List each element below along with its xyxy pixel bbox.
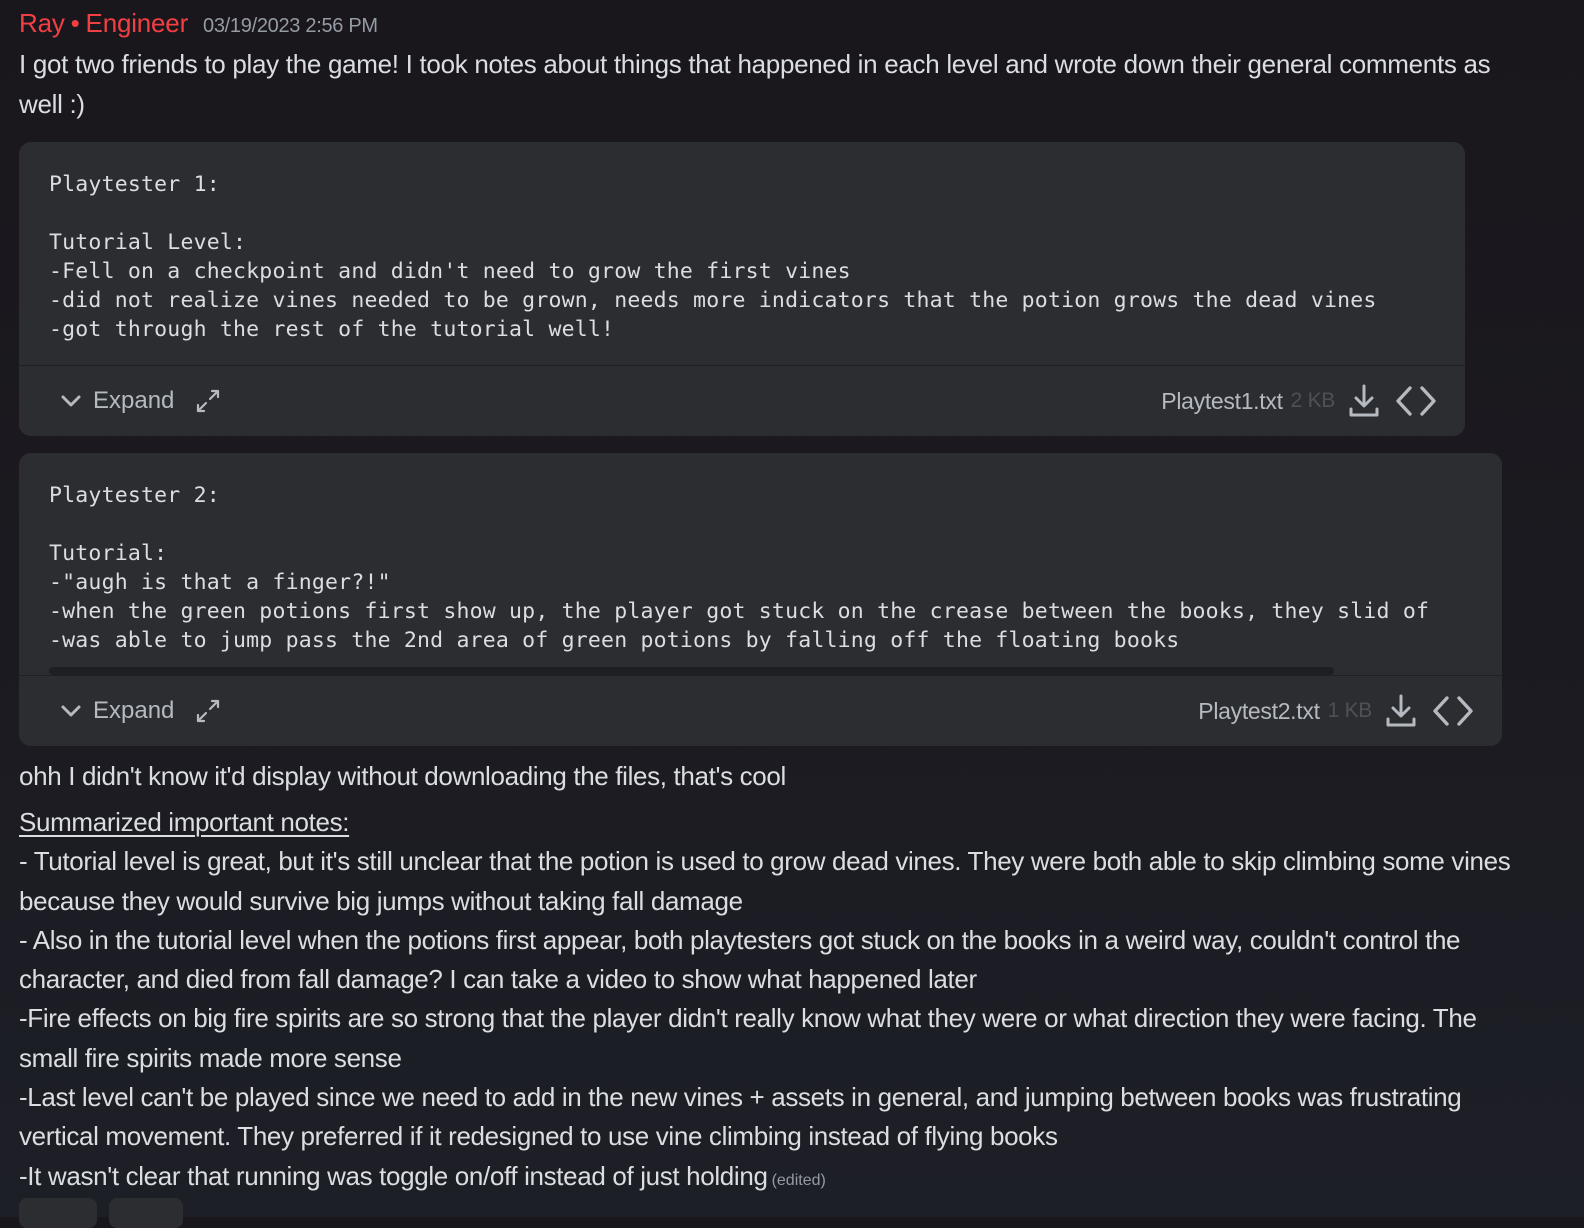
attachment-footer: Expand Playtest2.txt 1 KB	[19, 675, 1502, 746]
message-intro-text: I got two friends to play the game! I to…	[19, 49, 1491, 119]
summary-item: - Also in the tutorial level when the po…	[19, 924, 1461, 995]
code-line: -did not realize vines needed to be grow…	[49, 288, 1377, 313]
code-line: -Fell on a checkpoint and didn't need to…	[49, 259, 851, 284]
maximize-arrows-icon	[197, 389, 220, 413]
view-source-button[interactable]	[1432, 694, 1474, 728]
expand-button[interactable]: Expand	[59, 387, 174, 415]
summary-item: -Last level can't be played since we nee…	[19, 1082, 1462, 1152]
code-line: -"augh is that a finger?!"	[49, 570, 391, 595]
reaction-pill[interactable]	[109, 1198, 183, 1228]
expand-label: Expand	[93, 387, 175, 414]
chevron-down-icon	[61, 395, 81, 407]
code-line: Playtester 2:	[49, 483, 220, 508]
file-name[interactable]: Playtest1.txt	[1161, 388, 1283, 415]
file-size: 2 KB	[1290, 389, 1336, 412]
summary-notes: Summarized important notes: - Tutorial l…	[19, 803, 1539, 1200]
reaction-pill[interactable]	[19, 1198, 97, 1228]
text-file-attachment: Playtester 1: Tutorial Level: -Fell on a …	[19, 142, 1465, 436]
code-brackets-icon	[1433, 696, 1473, 726]
author-separator: •	[70, 8, 80, 38]
download-button[interactable]	[1347, 383, 1381, 419]
summary-item-last: -It wasn't clear that running was toggle…	[19, 1157, 1539, 1200]
code-line: -was able to jump pass the 2nd area of g…	[49, 628, 1180, 653]
author-username[interactable]: Ray	[19, 8, 65, 38]
edited-indicator[interactable]: (edited)	[772, 1172, 826, 1189]
view-source-button[interactable]	[1395, 384, 1437, 418]
code-line: Tutorial:	[49, 541, 168, 566]
file-name[interactable]: Playtest2.txt	[1198, 698, 1320, 725]
code-brackets-icon	[1396, 386, 1436, 416]
download-icon	[1349, 384, 1379, 417]
file-info: Playtest1.txt 2 KB	[1161, 383, 1437, 419]
file-info: Playtest2.txt 1 KB	[1198, 693, 1474, 729]
code-line: -when the green potions first show up, t…	[49, 599, 1430, 624]
fullscreen-button[interactable]	[194, 697, 222, 725]
text-file-attachment: Playtester 2: Tutorial: -"augh is that a …	[19, 453, 1502, 746]
summary-item-text: -It wasn't clear that running was toggle…	[19, 1160, 768, 1191]
download-button[interactable]	[1384, 693, 1418, 729]
summary-item: - Tutorial level is great, but it's stil…	[19, 846, 1511, 916]
followup-message-text: ohh I didn't know it'd display without d…	[19, 761, 786, 791]
maximize-arrows-icon	[197, 699, 220, 723]
file-preview-content: Playtester 2: Tutorial: -"augh is that a …	[49, 481, 1502, 655]
expand-button[interactable]: Expand	[59, 697, 174, 725]
download-icon	[1386, 694, 1416, 727]
reaction-bar	[19, 1198, 183, 1228]
file-preview-content: Playtester 1: Tutorial Level: -Fell on a …	[49, 170, 1465, 344]
message-header: Ray • Engineer 03/19/2023 2:56 PM	[19, 8, 378, 44]
expand-label: Expand	[93, 697, 175, 724]
summary-item: -Fire effects on big fire spirits are so…	[19, 1003, 1477, 1073]
summary-heading: Summarized important notes:	[19, 807, 350, 837]
code-line: Tutorial Level:	[49, 230, 247, 255]
attachment-footer: Expand Playtest1.txt 2 KB	[19, 365, 1465, 436]
author-name[interactable]: Ray • Engineer	[19, 8, 188, 39]
code-line: Playtester 1:	[49, 172, 220, 197]
chevron-down-icon	[61, 705, 81, 717]
message-timestamp[interactable]: 03/19/2023 2:56 PM	[203, 15, 378, 38]
fullscreen-button[interactable]	[194, 387, 222, 415]
file-size: 1 KB	[1327, 699, 1373, 722]
horizontal-scrollbar[interactable]	[49, 667, 1334, 675]
code-line: -got through the rest of the tutorial we…	[49, 317, 615, 342]
author-role[interactable]: Engineer	[86, 8, 189, 38]
